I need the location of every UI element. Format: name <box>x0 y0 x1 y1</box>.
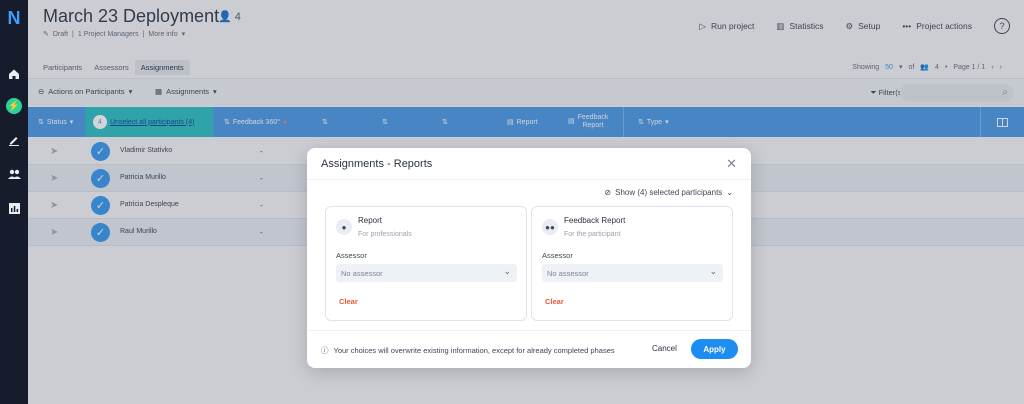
cancel-button[interactable]: Cancel <box>652 344 677 353</box>
users-icon[interactable] <box>4 164 24 184</box>
clear-button[interactable]: Clear <box>339 297 358 306</box>
chevron-down-icon: ⌄ <box>709 266 717 276</box>
pen-icon[interactable] <box>4 130 24 150</box>
chevron-down-icon: ⌄ <box>726 188 733 197</box>
divider <box>307 330 751 331</box>
assessor-label: Assessor <box>542 251 573 260</box>
card-title: Feedback Report <box>564 216 626 225</box>
left-rail: N ⚡ <box>0 0 28 404</box>
users-icon: ●● <box>542 219 558 235</box>
apply-button[interactable]: Apply <box>691 339 738 359</box>
modal-title: Assignments - Reports <box>321 158 433 170</box>
warning-message: ⓘ Your choices will overwrite existing i… <box>321 346 615 355</box>
assessor-select[interactable]: No assessor ⌄ <box>336 264 517 282</box>
assessor-label: Assessor <box>336 251 367 260</box>
assignments-reports-modal: Assignments - Reports ✕ ⊘ Show (4) selec… <box>307 148 751 368</box>
home-icon[interactable] <box>4 64 24 84</box>
report-card: ● Report For professionals Assessor No a… <box>325 206 527 321</box>
divider <box>307 179 751 180</box>
card-title: Report <box>358 216 383 225</box>
assessor-select[interactable]: No assessor ⌄ <box>542 264 723 282</box>
close-icon[interactable]: ✕ <box>726 156 737 172</box>
bolt-icon[interactable]: ⚡ <box>4 96 24 116</box>
card-subtitle: For professionals <box>358 231 412 238</box>
check-circle-icon: ⊘ <box>604 188 612 197</box>
info-icon: ⓘ <box>321 346 329 355</box>
person-icon: ● <box>336 219 352 235</box>
show-selected-toggle[interactable]: ⊘ Show (4) selected participants ⌄ <box>604 188 733 197</box>
feedback-report-card: ●● Feedback Report For the participant A… <box>531 206 733 321</box>
app-logo-icon[interactable]: N <box>4 8 24 28</box>
chevron-down-icon: ⌄ <box>503 266 511 276</box>
card-subtitle: For the participant <box>564 231 621 238</box>
chart-icon[interactable] <box>4 198 24 218</box>
clear-button[interactable]: Clear <box>545 297 564 306</box>
